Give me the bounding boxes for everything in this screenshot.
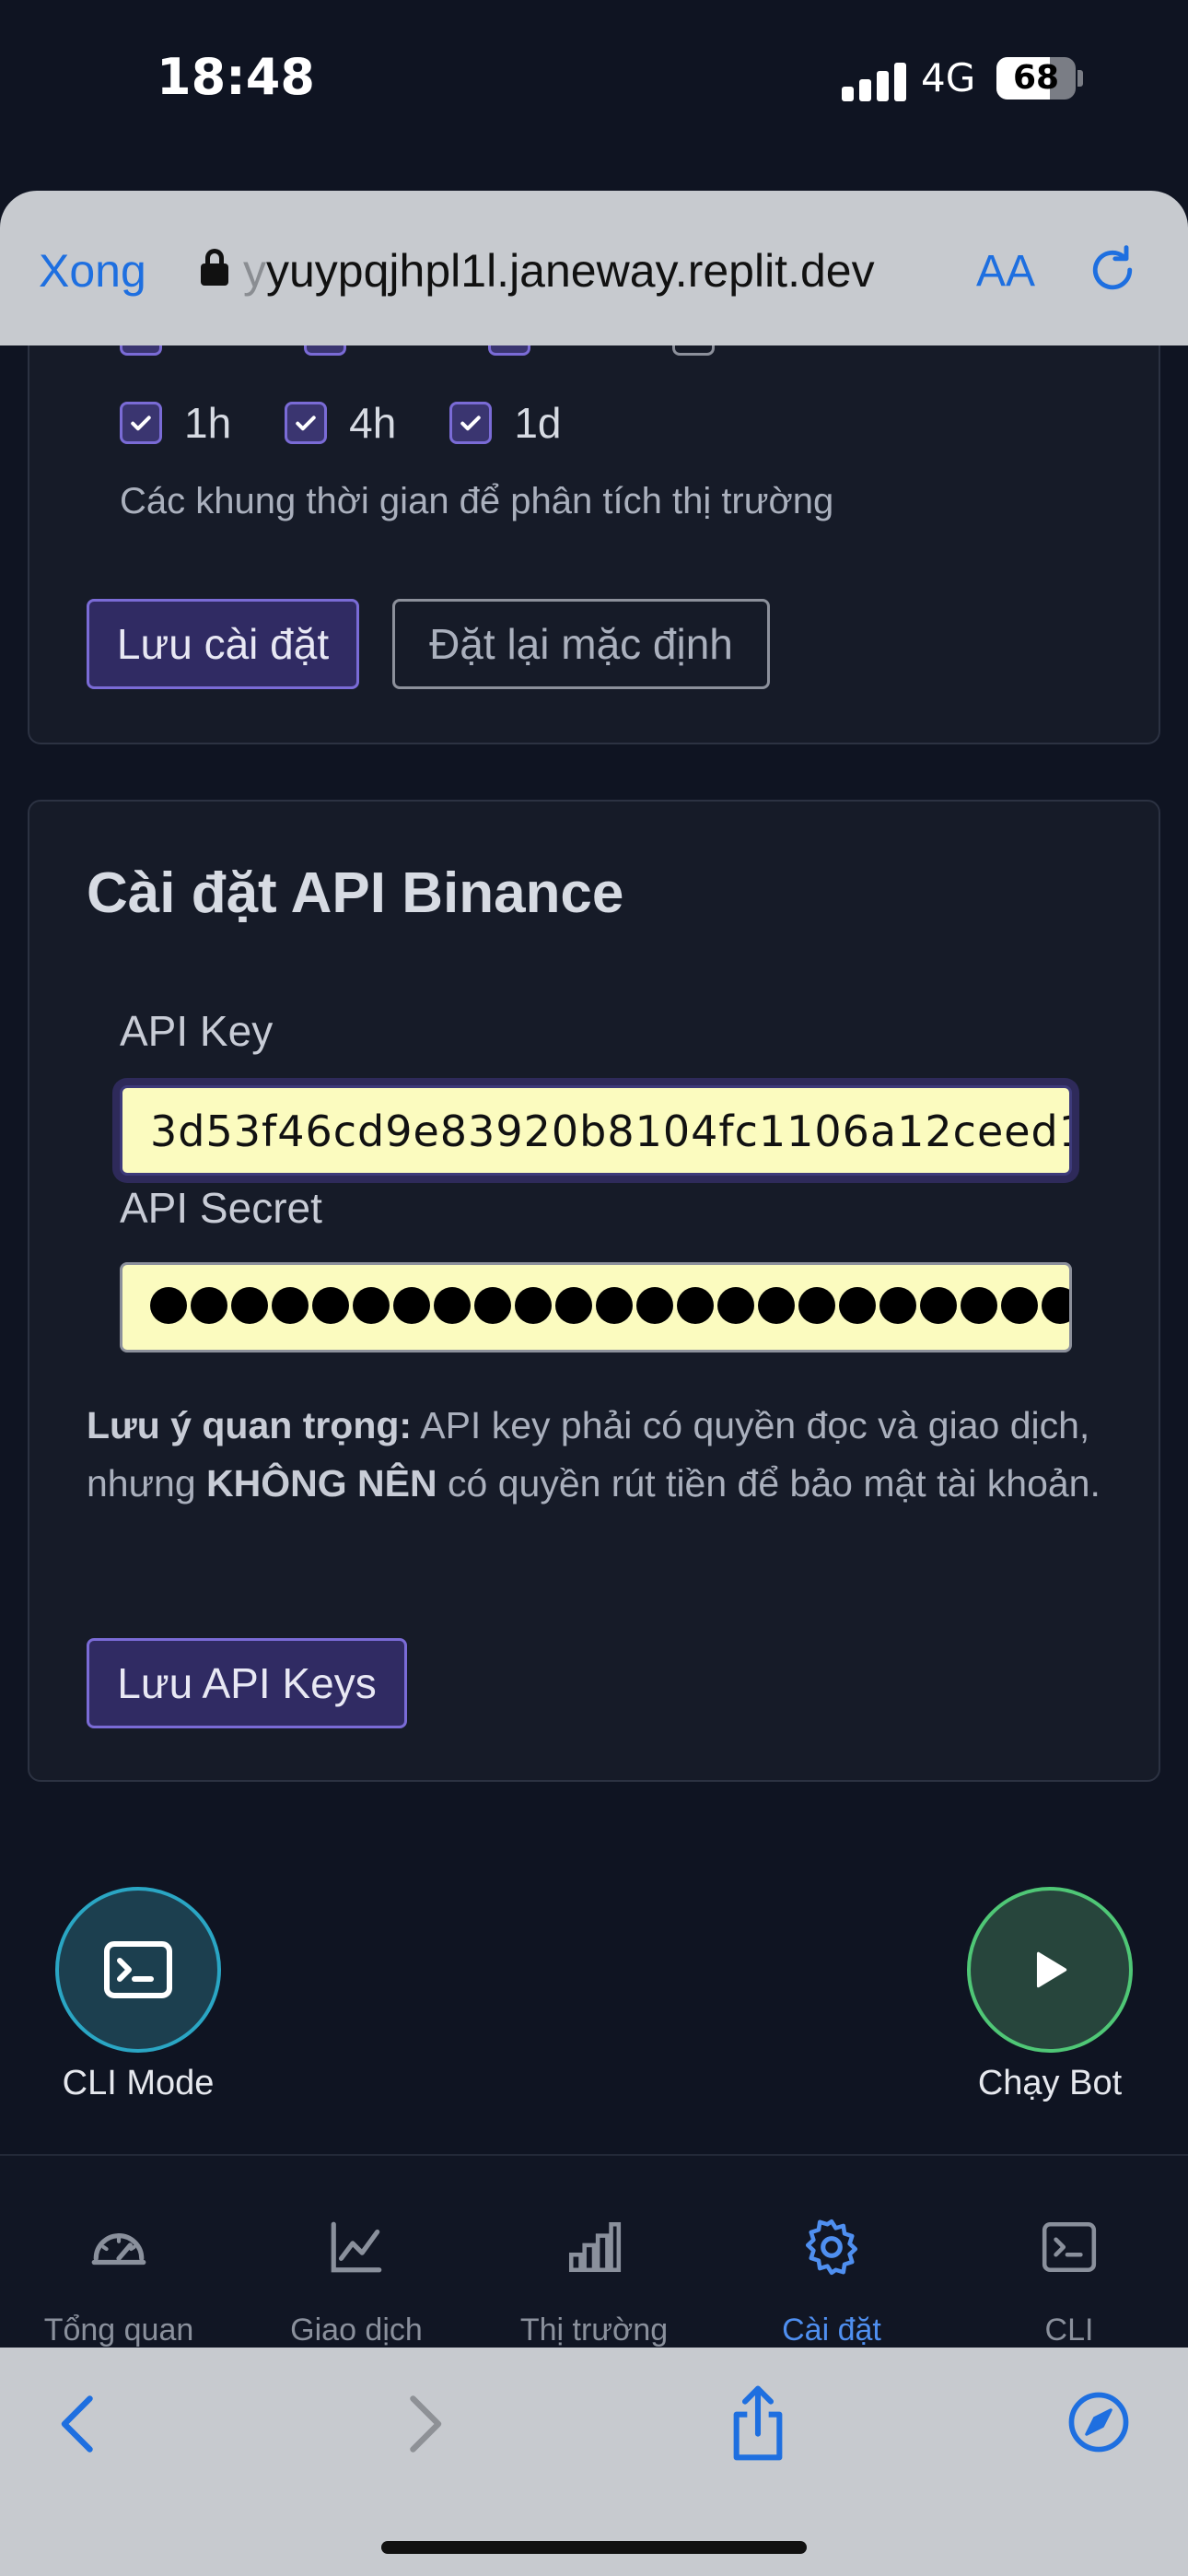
status-bar: 18:48 4G 68 [0,0,1188,157]
tab-label: CLI [1044,2313,1094,2348]
api-settings-title: Cài đặt API Binance [87,861,624,925]
checkbox-label-1d: 1d [514,399,562,447]
home-indicator [381,2541,807,2554]
bottom-tab-bar: Tổng quan Giao dịch Thị trường Cài đặt C… [0,2154,1188,2348]
secret-dot [231,1287,268,1324]
checkbox-1d[interactable] [449,402,493,444]
gauge-icon [91,2233,146,2266]
share-icon[interactable] [728,2384,788,2462]
compass-icon[interactable] [1066,2390,1131,2454]
status-time: 18:48 [157,48,315,106]
check-icon [131,416,151,431]
forward-icon[interactable] [402,2392,448,2456]
done-button[interactable]: Xong [39,244,146,298]
timeframe-settings-card: 1h 4h 1d Các khung thời gian để phân tíc… [28,304,1160,744]
lock-icon [201,249,228,286]
tab-cli[interactable]: CLI [950,2156,1188,2349]
secret-dot [839,1287,876,1324]
text-size-button[interactable]: AA [976,246,1035,297]
api-key-value: 3d53f46cd9e83920b8104fc1106a12ceed12 [150,1107,1072,1156]
line-chart-icon [331,2221,382,2273]
check-icon [296,416,316,431]
tab-market[interactable]: Thị trường [475,2156,713,2349]
api-secret-input[interactable] [120,1262,1072,1352]
cellular-signal-icon [842,61,906,101]
secret-dot [191,1287,227,1324]
secret-dot [961,1287,997,1324]
network-type: 4G [921,55,976,100]
secret-dot [474,1287,511,1324]
save-api-keys-button[interactable]: Lưu API Keys [87,1638,407,1728]
secret-dot [758,1287,795,1324]
note-text-2: có quyền rút tiền để bảo mật tài khoản. [437,1462,1101,1505]
url-text: yuypqjhpl1l.janeway.replit.dev [266,245,875,297]
checkbox-label-4h: 4h [349,399,397,447]
secret-dot [515,1287,552,1324]
secret-dot [1001,1287,1038,1324]
secret-dot [434,1287,471,1324]
secret-dot [272,1287,309,1324]
reset-defaults-button[interactable]: Đặt lại mặc định [392,599,770,689]
back-icon[interactable] [55,2392,101,2456]
run-bot-button[interactable] [967,1887,1133,2053]
api-security-note: Lưu ý quan trọng: API key phải có quyền … [87,1397,1136,1513]
bar-chart-icon [568,2221,622,2273]
secret-dot [920,1287,957,1324]
cli-mode-label: CLI Mode [62,2064,215,2102]
battery-cap [1077,70,1083,87]
secret-dot [717,1287,754,1324]
tab-overview[interactable]: Tổng quan [0,2156,238,2349]
tab-label: Giao dịch [290,2313,423,2348]
tab-settings[interactable]: Cài đặt [713,2156,950,2349]
checkbox-label-1h: 1h [184,399,232,447]
secret-dot [596,1287,633,1324]
terminal-icon [1042,2221,1097,2273]
checkbox-4h[interactable] [285,402,328,444]
secret-dot [312,1287,349,1324]
play-icon [1036,1951,1067,1988]
url-field[interactable]: yyuypqjhpl1l.janeway.replit.dev [243,244,875,298]
text-size-label: AA [976,247,1036,296]
api-key-label: API Key [120,1007,274,1055]
tab-label: Cài đặt [782,2313,881,2348]
secret-dot [150,1287,187,1324]
gear-icon [805,2219,858,2276]
check-icon [460,416,482,431]
note-bold-label: Lưu ý quan trọng: [87,1404,413,1446]
save-settings-button[interactable]: Lưu cài đặt [87,599,359,689]
terminal-icon [104,1941,172,1998]
api-settings-card: Cài đặt API Binance API Key 3d53f46cd9e8… [28,800,1160,1782]
run-bot-label: Chạy Bot [977,2064,1123,2102]
battery-icon: 68 [996,57,1076,100]
api-secret-label: API Secret [120,1184,322,1232]
note-bold-warning: KHÔNG NÊN [206,1462,437,1505]
cli-mode-button[interactable] [55,1887,221,2053]
api-key-input[interactable]: 3d53f46cd9e83920b8104fc1106a12ceed12 [120,1085,1072,1176]
url-prefix: y [243,245,266,297]
secret-dot [677,1287,714,1324]
secret-dot [393,1287,430,1324]
timeframe-hint: Các khung thời gian để phân tích thị trư… [120,481,834,521]
tab-trades[interactable]: Giao dịch [238,2156,475,2349]
secret-dot [636,1287,673,1324]
secret-dot [798,1287,835,1324]
secret-dot [353,1287,390,1324]
tab-label: Thị trường [519,2313,669,2348]
browser-url-bar: Xong yyuypqjhpl1l.janeway.replit.dev AA [0,191,1188,345]
battery-level: 68 [1012,59,1060,97]
checkbox-1h[interactable] [120,402,162,444]
timeframe-checkbox-row: 1h 4h 1d [120,398,615,448]
secret-dot [879,1287,916,1324]
masked-secret [150,1287,1069,1324]
reload-icon[interactable] [1085,242,1140,298]
secret-dot [1042,1287,1069,1324]
tab-label: Tổng quan [43,2313,194,2348]
secret-dot [555,1287,592,1324]
